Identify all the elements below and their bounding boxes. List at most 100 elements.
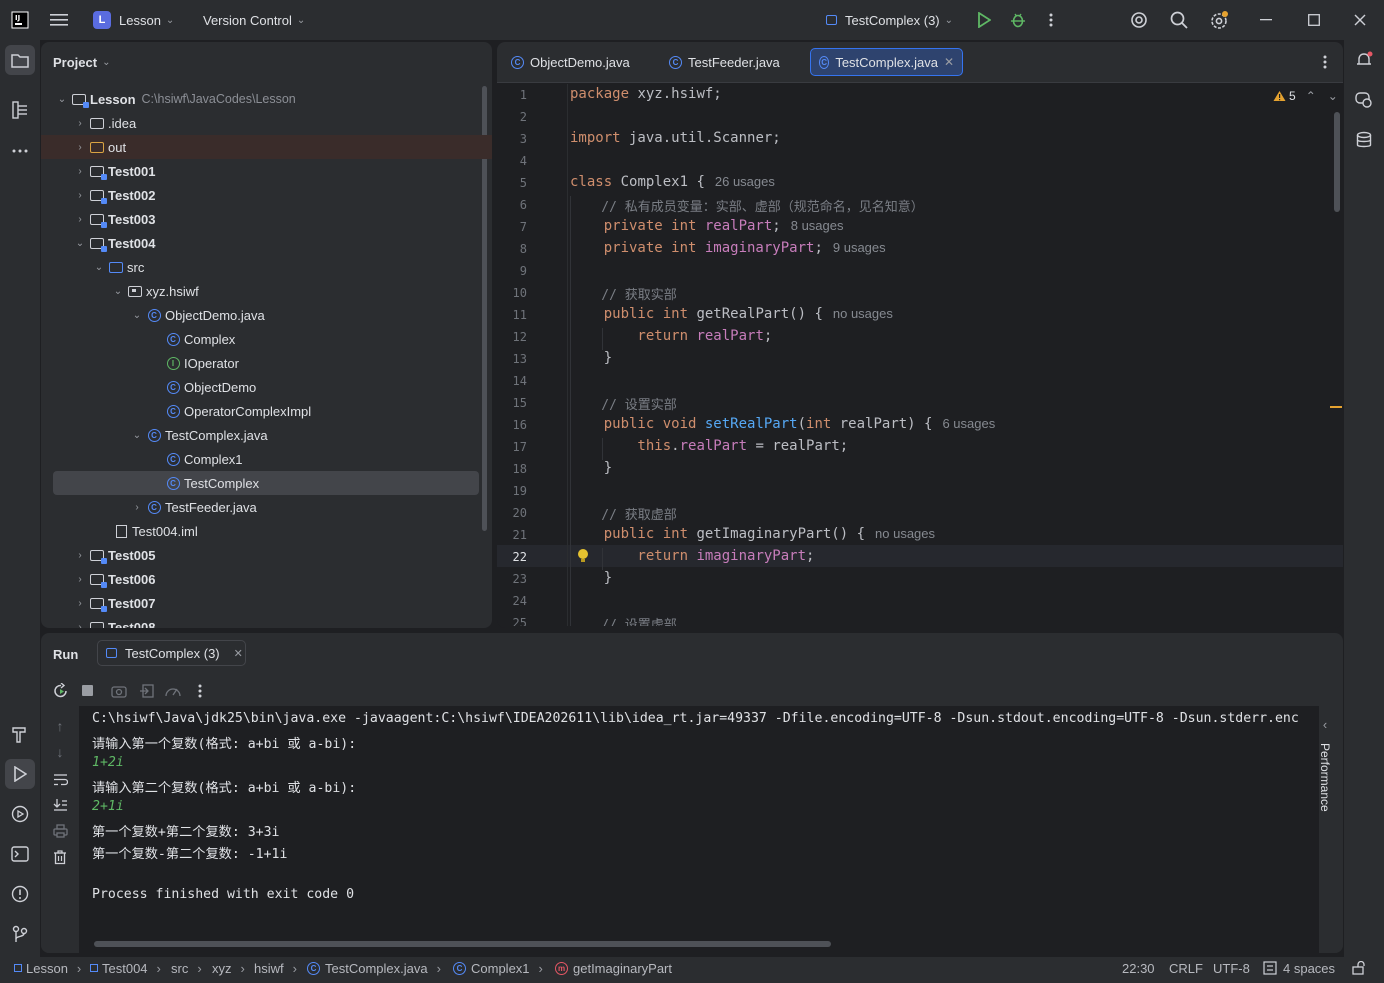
- close-window-icon[interactable]: [1352, 0, 1368, 40]
- console-hscrollbar[interactable]: [94, 941, 831, 947]
- breadcrumb-test004[interactable]: Test004 ›: [90, 957, 161, 979]
- code-line[interactable]: }: [570, 460, 612, 476]
- chevron-right-icon[interactable]: ›: [73, 214, 87, 225]
- usages-hint[interactable]: 6 usages: [942, 416, 995, 431]
- breadcrumb-file[interactable]: C TestComplex.java ›: [307, 957, 441, 979]
- services-icon[interactable]: [5, 799, 35, 829]
- tree-item-class[interactable]: C ObjectDemo: [41, 375, 492, 399]
- tab-testfeeder[interactable]: C TestFeeder.java: [669, 48, 780, 76]
- chevron-up-icon[interactable]: ⌃: [1306, 89, 1316, 103]
- chevron-down-icon[interactable]: ⌄: [92, 262, 106, 273]
- tree-item-out[interactable]: › out: [41, 135, 492, 159]
- more-options-icon[interactable]: [196, 683, 204, 699]
- code-line[interactable]: package xyz.hsiwf;: [570, 86, 722, 102]
- breadcrumb-lesson[interactable]: Lesson ›: [14, 957, 81, 979]
- code-line[interactable]: public int getImaginaryPart() {no usages: [570, 526, 935, 542]
- chevron-right-icon[interactable]: ›: [73, 190, 87, 201]
- tree-item-test005[interactable]: › Test005: [41, 543, 492, 567]
- chevron-right-icon[interactable]: ›: [73, 166, 87, 177]
- tree-item-lesson[interactable]: ⌄ Lesson C:\hsiwf\JavaCodes\Lesson: [41, 87, 492, 111]
- breadcrumb-class[interactable]: C Complex1 ›: [453, 957, 543, 979]
- vcs-menu[interactable]: Version Control ⌄: [203, 0, 305, 40]
- chevron-down-icon[interactable]: ⌄: [55, 94, 69, 105]
- line-ending[interactable]: CRLF: [1169, 957, 1203, 979]
- chevron-down-icon[interactable]: ⌄: [73, 238, 87, 249]
- tree-item-test007[interactable]: › Test007: [41, 591, 492, 615]
- arrow-up-icon[interactable]: ↑: [53, 718, 67, 734]
- code-line[interactable]: private int realPart; 8 usages: [570, 218, 844, 234]
- settings-gear-icon[interactable]: [1208, 0, 1230, 40]
- tree-item-class[interactable]: C Complex1: [41, 447, 492, 471]
- code-line[interactable]: }: [570, 350, 612, 366]
- more-actions-icon[interactable]: [1044, 0, 1058, 40]
- chevron-right-icon[interactable]: ›: [73, 622, 87, 629]
- print-icon[interactable]: [52, 823, 68, 839]
- chevron-down-icon[interactable]: ⌄: [1328, 89, 1338, 103]
- code-comment[interactable]: // 设置实部: [570, 394, 677, 413]
- chevron-right-icon[interactable]: ›: [73, 118, 87, 129]
- chevron-right-icon[interactable]: ›: [73, 598, 87, 609]
- inspection-widget[interactable]: 5 ⌃ ⌄: [1273, 87, 1338, 105]
- tree-item-test008[interactable]: › Test008: [41, 615, 492, 628]
- chevron-down-icon[interactable]: ⌄: [130, 310, 144, 321]
- caret-position[interactable]: 22:30: [1122, 957, 1155, 979]
- breadcrumb-xyz[interactable]: xyz ›: [212, 957, 245, 979]
- code-line[interactable]: return realPart;: [570, 328, 772, 344]
- code-line[interactable]: public void setRealPart(int realPart) {6…: [570, 416, 996, 432]
- debug-icon[interactable]: [1009, 0, 1027, 40]
- chevron-down-icon[interactable]: ⌄: [111, 286, 125, 297]
- tree-item-idea[interactable]: › .idea: [41, 111, 492, 135]
- structure-tool-icon[interactable]: [5, 95, 35, 125]
- chevron-down-icon[interactable]: ⌄: [130, 430, 144, 441]
- tree-item-test003[interactable]: › Test003: [41, 207, 492, 231]
- warning-stripe-marker[interactable]: [1330, 406, 1342, 408]
- arrow-down-icon[interactable]: ↓: [53, 744, 67, 760]
- tab-testcomplex[interactable]: C TestComplex.java ✕: [810, 48, 963, 76]
- chevron-left-icon[interactable]: ‹: [1318, 717, 1332, 732]
- problems-icon[interactable]: [5, 879, 35, 909]
- code-line[interactable]: public int getRealPart() {no usages: [570, 306, 893, 322]
- notifications-bell-icon[interactable]: [1349, 45, 1379, 75]
- database-icon[interactable]: [1349, 125, 1379, 155]
- minimize-icon[interactable]: [1258, 0, 1274, 40]
- tree-item-test006[interactable]: › Test006: [41, 567, 492, 591]
- terminal-icon[interactable]: [5, 839, 35, 869]
- build-hammer-icon[interactable]: [5, 719, 35, 749]
- run-icon[interactable]: [975, 0, 993, 40]
- code-line[interactable]: }: [570, 570, 612, 586]
- tab-objectdemo[interactable]: C ObjectDemo.java: [511, 48, 630, 76]
- git-branch-icon[interactable]: [5, 919, 35, 949]
- rerun-icon[interactable]: [53, 683, 69, 699]
- exit-icon[interactable]: [139, 683, 155, 699]
- indent-setting[interactable]: 4 spaces: [1263, 957, 1335, 979]
- tree-item-test002[interactable]: › Test002: [41, 183, 492, 207]
- usages-hint[interactable]: no usages: [833, 306, 893, 321]
- file-encoding[interactable]: UTF-8: [1213, 957, 1250, 979]
- tree-item-test001[interactable]: › Test001: [41, 159, 492, 183]
- chevron-right-icon[interactable]: ›: [73, 550, 87, 561]
- tree-item-objectdemo-java[interactable]: ⌄ C ObjectDemo.java: [41, 303, 492, 327]
- breadcrumb-src[interactable]: src ›: [171, 957, 202, 979]
- code-line[interactable]: return imaginaryPart;: [570, 548, 814, 564]
- tree-item-class[interactable]: C OperatorComplexImpl: [41, 399, 492, 423]
- performance-tab[interactable]: Performance: [1314, 743, 1336, 823]
- code-comment[interactable]: // 获取虚部: [570, 504, 677, 523]
- readonly-lock-icon[interactable]: [1352, 957, 1366, 979]
- stop-icon[interactable]: [82, 685, 93, 696]
- tree-item-test004[interactable]: ⌄ Test004: [41, 231, 492, 255]
- code-comment[interactable]: // 获取实部: [570, 284, 677, 303]
- chevron-right-icon[interactable]: ›: [130, 502, 144, 513]
- chevron-right-icon[interactable]: ›: [73, 142, 87, 153]
- main-menu-icon[interactable]: [48, 0, 70, 40]
- editor-scrollbar[interactable]: [1334, 112, 1340, 212]
- chevron-right-icon[interactable]: ›: [73, 574, 87, 585]
- run-tool-icon[interactable]: [5, 759, 35, 789]
- trash-icon[interactable]: [52, 849, 68, 865]
- close-tab-icon[interactable]: ✕: [234, 647, 243, 660]
- usages-hint[interactable]: 8 usages: [791, 218, 844, 233]
- close-tab-icon[interactable]: ✕: [944, 55, 954, 69]
- tree-item-src[interactable]: ⌄ src: [41, 255, 492, 279]
- search-icon[interactable]: [1169, 0, 1189, 40]
- ai-assistant-icon[interactable]: [1129, 0, 1149, 40]
- more-tools-icon[interactable]: [5, 136, 35, 166]
